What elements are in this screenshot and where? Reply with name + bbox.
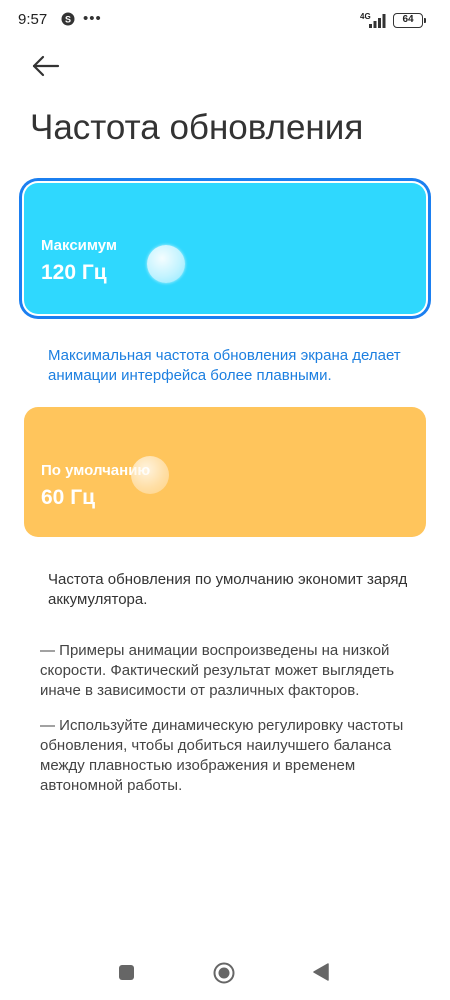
circle-home-icon[interactable] [213, 962, 235, 984]
animation-ball-icon [147, 245, 185, 283]
navigation-bar [0, 950, 450, 1000]
option-value: 120 Гц [41, 261, 107, 284]
option-description-max: Максимальная частота обновления экрана д… [48, 347, 401, 384]
status-bar: 9:57 S ••• 4G 64 [0, 0, 450, 40]
note-animation-speed: — Примеры анимации воспроизведены на низ… [40, 642, 395, 699]
status-time: 9:57 [18, 11, 48, 28]
note-dynamic-refresh: — Используйте динамическую регулировку ч… [40, 717, 404, 794]
option-card-max[interactable]: Максимум 120 Гц [24, 183, 426, 314]
back-arrow-icon[interactable] [28, 50, 64, 82]
option-card-default[interactable]: По умолчанию 60 Гц [24, 407, 426, 537]
skype-icon: S [61, 12, 75, 26]
svg-text:S: S [65, 15, 71, 25]
triangle-back-icon[interactable] [313, 963, 329, 981]
page-title: Частота обновления [30, 108, 364, 147]
option-value: 60 Гц [41, 486, 96, 509]
option-description-default: Частота обновления по умолчанию экономит… [48, 571, 408, 608]
signal-icon [369, 14, 386, 28]
battery-level: 64 [402, 14, 414, 25]
more-dots-icon: ••• [83, 10, 102, 27]
option-label: Максимум [41, 237, 118, 254]
square-recents-icon[interactable] [119, 965, 134, 980]
battery-icon: 64 [393, 13, 426, 28]
animation-ball-icon [131, 456, 169, 494]
